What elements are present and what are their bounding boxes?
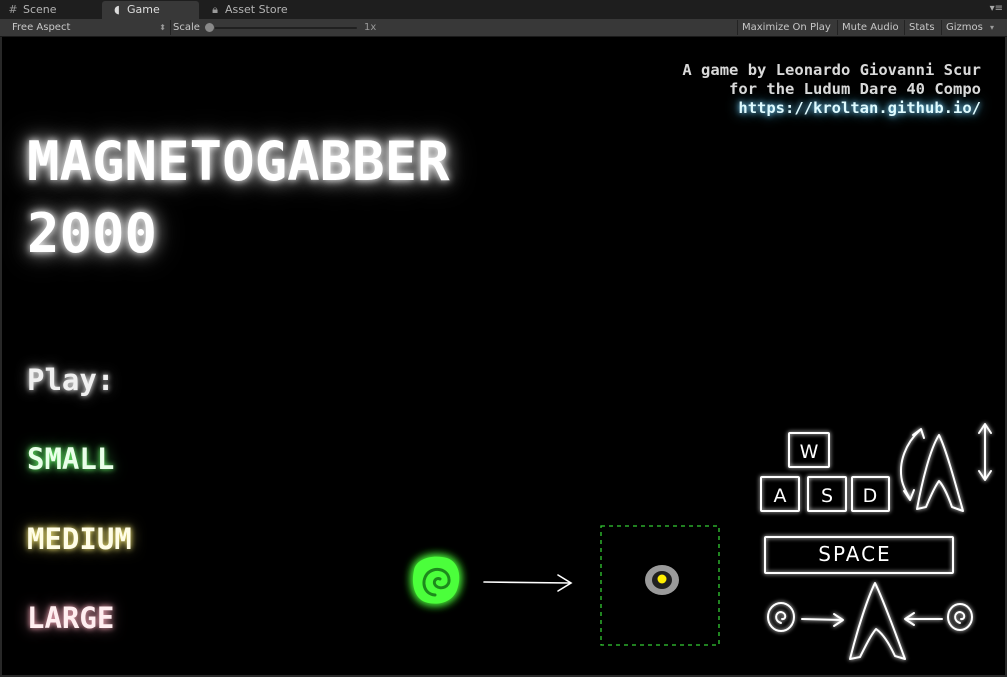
game-pacman-icon: ◖ xyxy=(114,3,120,16)
ship-icon xyxy=(916,434,964,512)
maximize-on-play-button[interactable]: Maximize On Play xyxy=(738,19,835,36)
tutorial-illustration: W A S D SPACE xyxy=(412,423,992,660)
left-blob-icon xyxy=(767,602,795,632)
scene-grid-icon: # xyxy=(8,3,18,16)
key-a-label: A xyxy=(774,485,787,507)
gizmos-dropdown-icon[interactable]: ▾ xyxy=(990,19,994,36)
key-s-label: S xyxy=(821,485,833,507)
tab-scene[interactable]: # Scene xyxy=(6,1,96,19)
key-space-label: SPACE xyxy=(818,542,891,566)
center-ship-icon xyxy=(849,582,906,660)
panel-menu-icon[interactable]: ▾≡ xyxy=(990,4,1003,14)
scale-slider-thumb[interactable] xyxy=(204,22,215,33)
dropdown-arrows-icon: ⬍ xyxy=(159,23,166,32)
tab-scene-label: Scene xyxy=(23,3,57,16)
tab-asset-store-label: Asset Store xyxy=(225,3,288,16)
right-blob-icon xyxy=(947,603,973,631)
editor-tab-bar: # Scene ◖ Game 🔒︎ Asset Store ▾≡ xyxy=(0,0,1007,20)
scale-value: 1x xyxy=(364,22,377,33)
arrow-right-icon xyxy=(483,574,573,592)
arrow-right-small-icon xyxy=(801,618,843,621)
tab-game[interactable]: ◖ Game xyxy=(102,1,199,19)
green-blob-icon xyxy=(412,556,460,604)
gizmos-button[interactable]: Gizmos xyxy=(942,19,987,36)
stats-button[interactable]: Stats xyxy=(905,19,939,36)
game-viewport[interactable]: A game by Leonardo Giovanni Scur for the… xyxy=(2,37,1005,675)
target-orb-icon xyxy=(645,565,679,595)
rotate-arrow-icon xyxy=(900,429,921,500)
key-d-label: D xyxy=(863,485,878,507)
key-w-label: W xyxy=(800,441,819,463)
asset-store-lock-icon: 🔒︎ xyxy=(212,3,218,16)
scale-slider-track[interactable] xyxy=(205,27,357,29)
game-toolbar: Free Aspect ⬍ Scale 1x Maximize On Play … xyxy=(0,19,1007,37)
scale-label: Scale xyxy=(173,22,200,33)
tab-asset-store[interactable]: 🔒︎ Asset Store xyxy=(208,1,318,19)
mute-audio-button[interactable]: Mute Audio xyxy=(838,19,903,36)
aspect-value: Free Aspect xyxy=(12,22,71,33)
tab-game-label: Game xyxy=(127,3,160,16)
toolbar-divider xyxy=(170,20,171,35)
aspect-dropdown[interactable]: Free Aspect ⬍ xyxy=(12,19,170,36)
